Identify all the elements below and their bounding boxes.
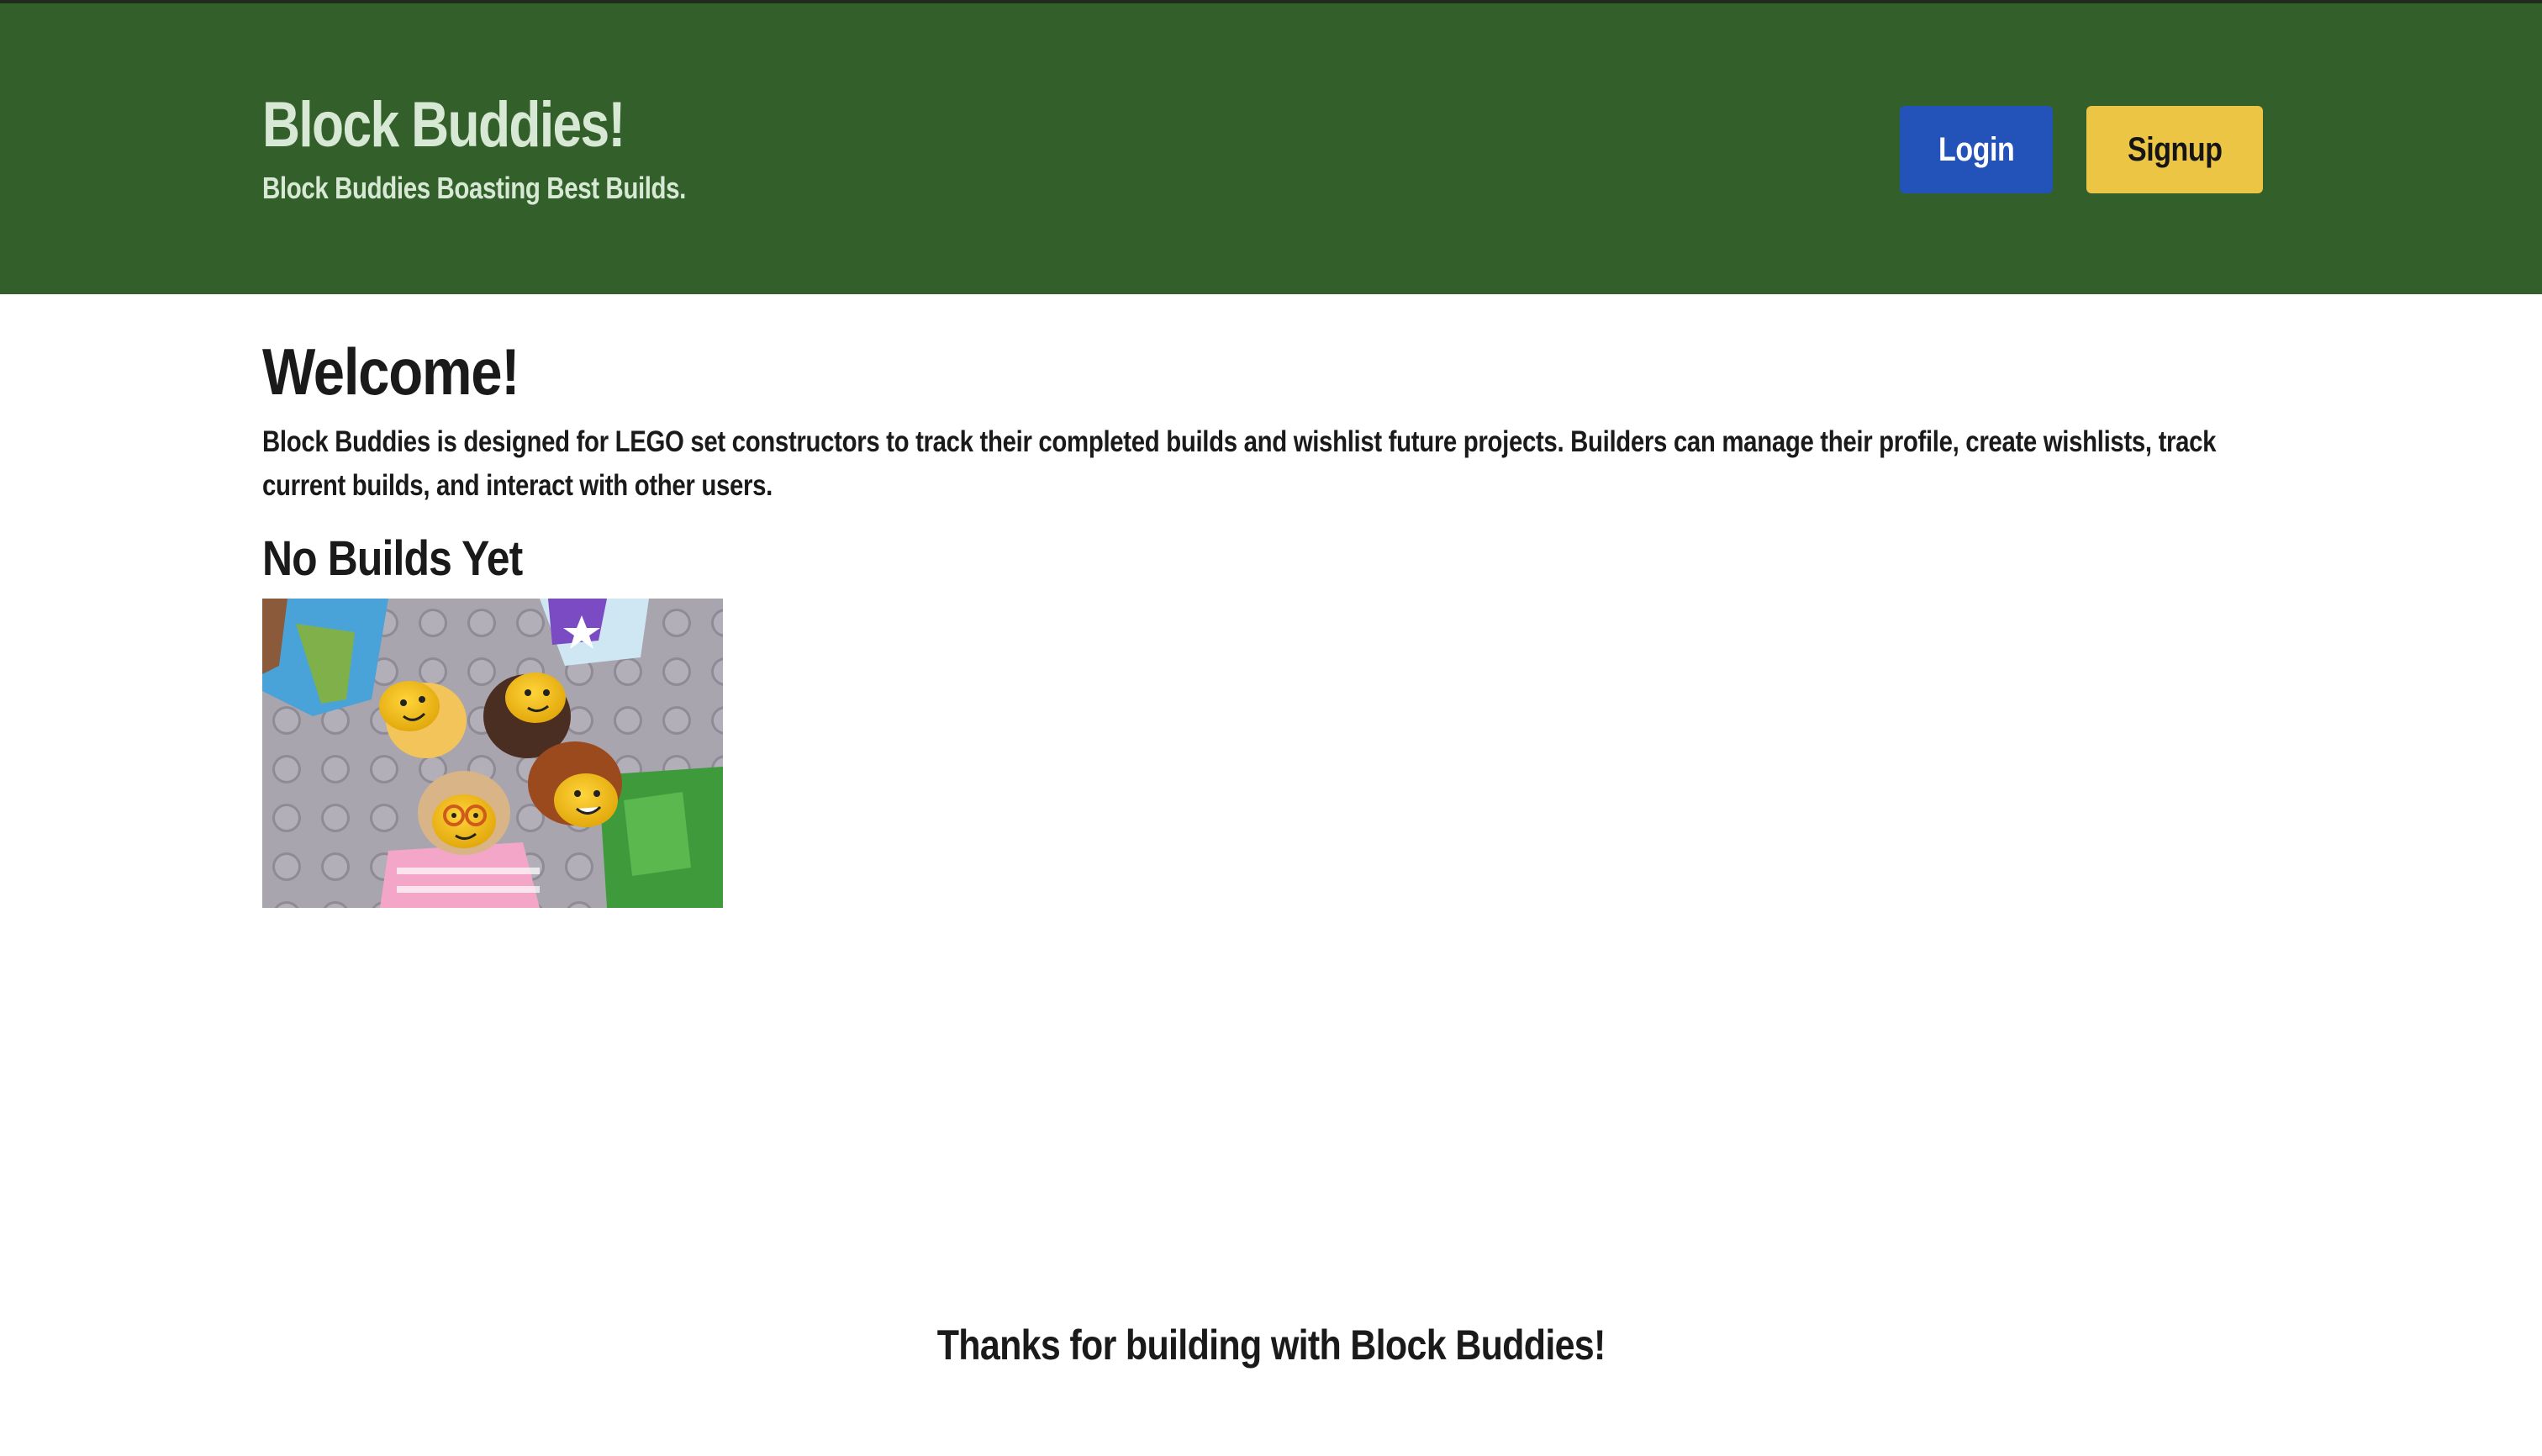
site-header: Block Buddies! Block Buddies Boasting Be… (0, 3, 2542, 294)
signup-button-label: Signup (2127, 130, 2223, 168)
lego-minifigures-image (262, 599, 723, 908)
auth-nav: Login Signup (1900, 106, 2263, 193)
login-button-label: Login (1938, 130, 2015, 168)
builds-heading: No Builds Yet (262, 531, 523, 586)
footer-message: Thanks for building with Block Buddies! (936, 1321, 1606, 1369)
welcome-heading: Welcome! (262, 335, 520, 409)
signup-button[interactable]: Signup (2086, 106, 2263, 193)
brand: Block Buddies! Block Buddies Boasting Be… (262, 87, 779, 207)
site-title[interactable]: Block Buddies! (262, 87, 686, 163)
login-button[interactable]: Login (1900, 106, 2053, 193)
site-footer: Thanks for building with Block Buddies! (0, 1318, 2542, 1372)
intro-paragraph: Block Buddies is designed for LEGO set c… (262, 425, 2217, 502)
main-content: Welcome! Block Buddies is designed for L… (262, 294, 2280, 908)
site-tagline: Block Buddies Boasting Best Builds. (262, 171, 686, 205)
